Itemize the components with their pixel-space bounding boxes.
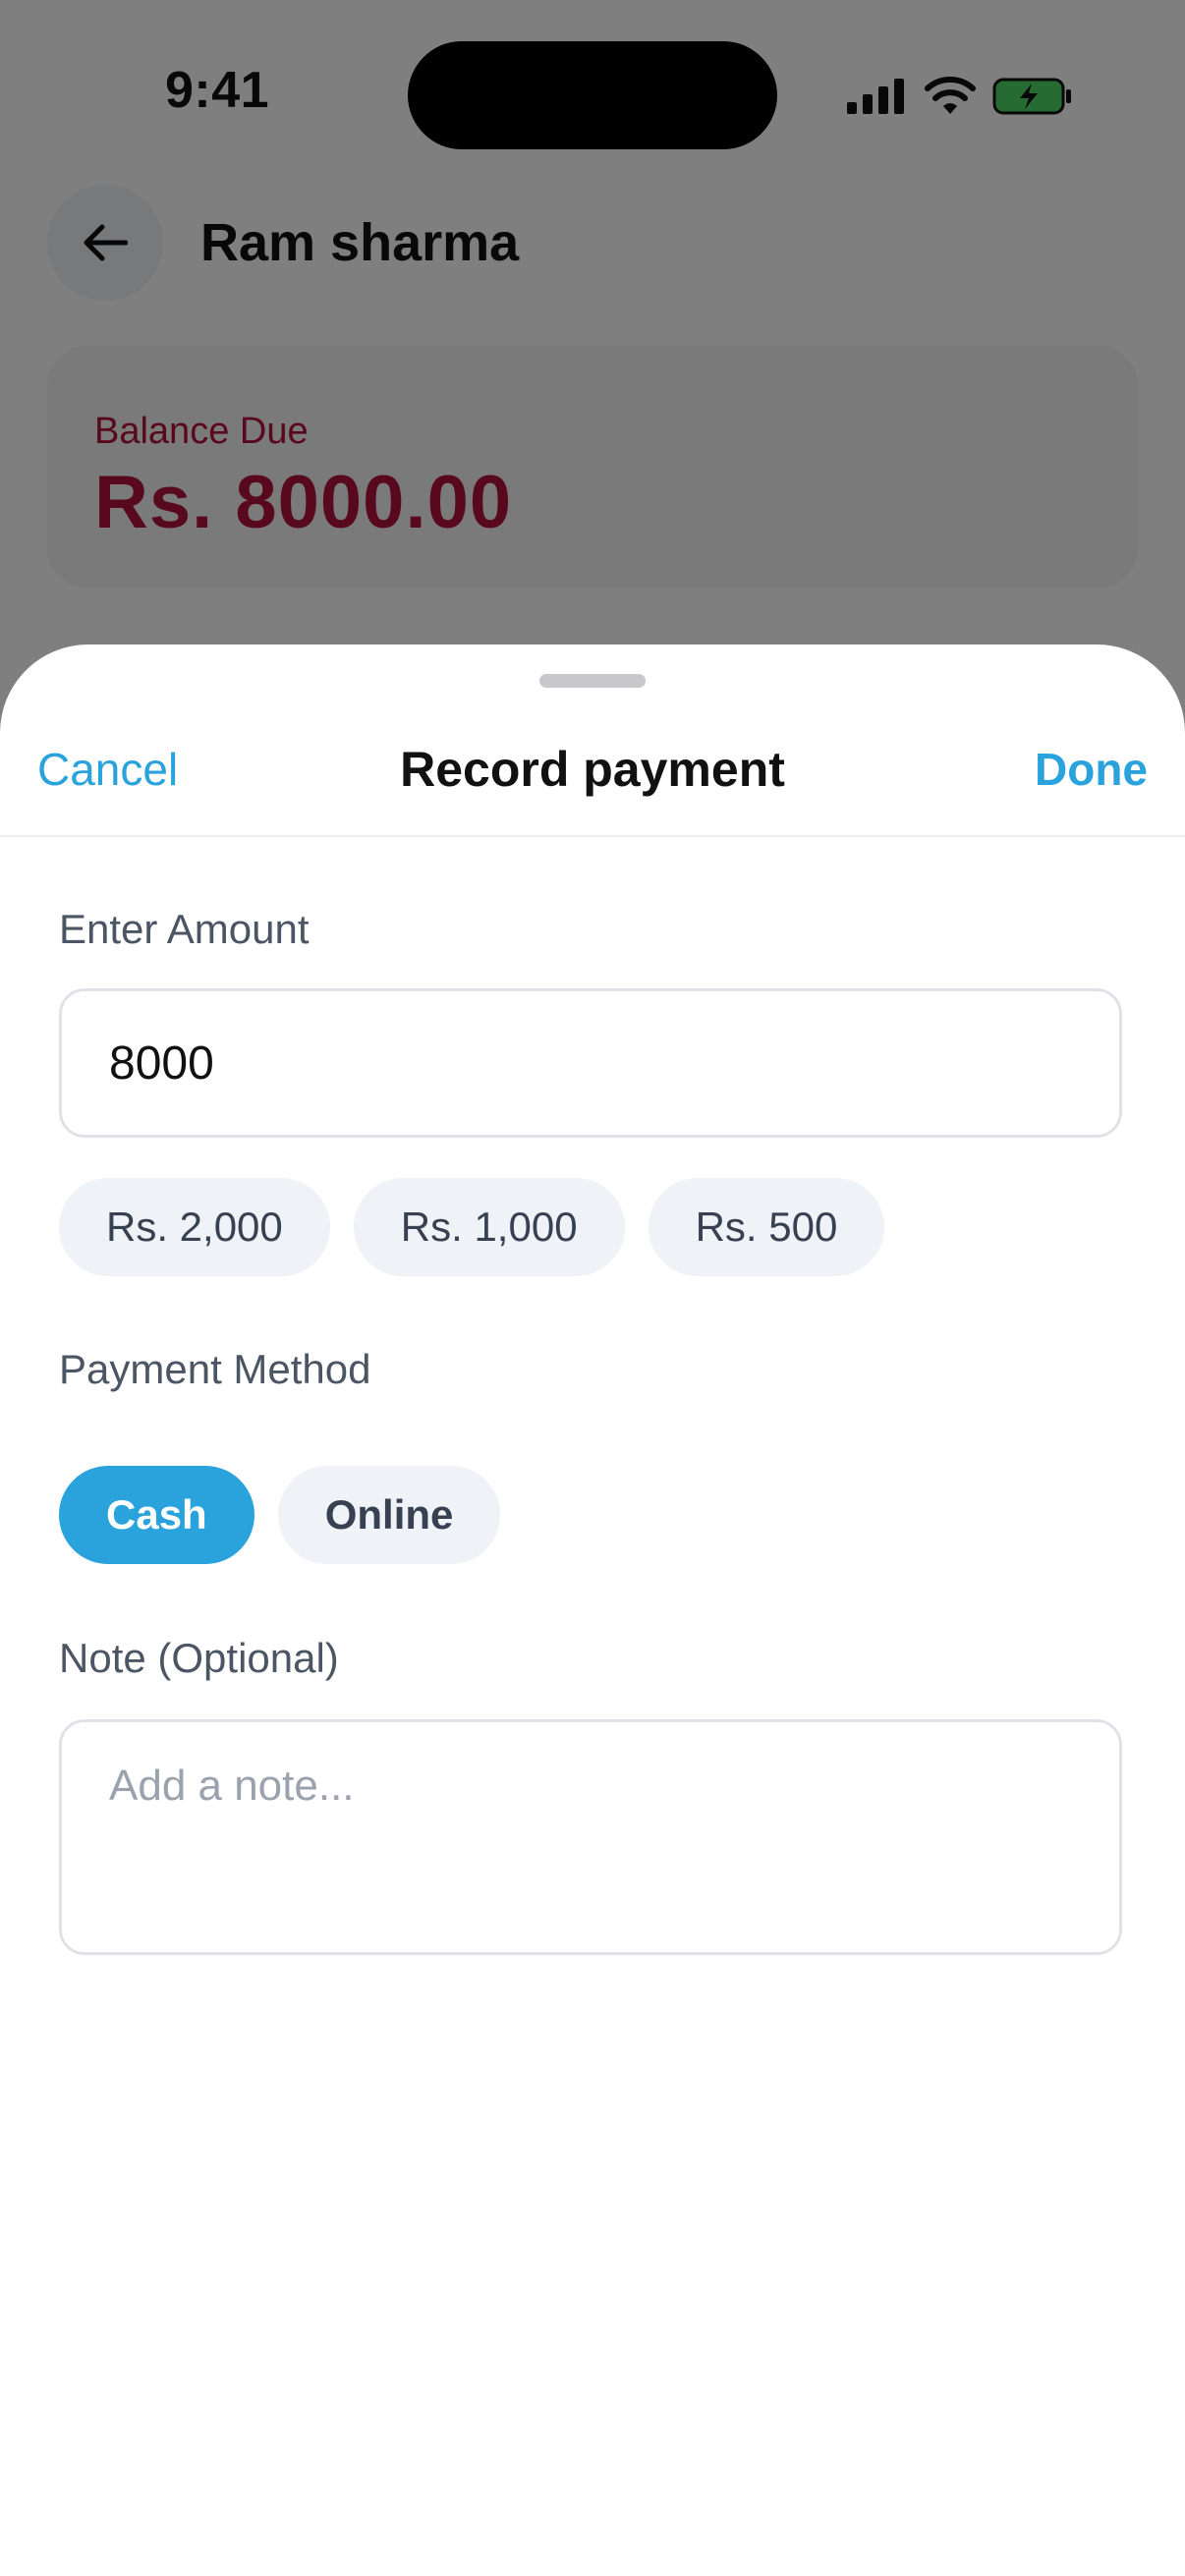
quick-amount-2000-chip[interactable]: Rs. 2,000	[59, 1178, 330, 1276]
sheet-nav-bar: Cancel Record payment Done	[0, 713, 1185, 837]
done-button[interactable]: Done	[1035, 743, 1148, 796]
amount-input[interactable]	[59, 988, 1122, 1138]
enter-amount-label: Enter Amount	[59, 906, 310, 952]
quick-amount-chips: Rs. 2,000 Rs. 1,000 Rs. 500	[59, 1178, 885, 1276]
record-payment-sheet: Cancel Record payment Done Enter Amount …	[0, 644, 1185, 2576]
payment-method-options: Cash Online	[59, 1466, 501, 1564]
sheet-title: Record payment	[400, 742, 785, 797]
payment-method-cash[interactable]: Cash	[59, 1466, 254, 1564]
quick-amount-1000-chip[interactable]: Rs. 1,000	[353, 1178, 625, 1276]
payment-method-label: Payment Method	[59, 1346, 371, 1392]
payment-method-online[interactable]: Online	[277, 1466, 501, 1564]
sheet-grabber[interactable]	[539, 674, 646, 688]
note-label: Note (Optional)	[59, 1635, 339, 1681]
quick-amount-500-chip[interactable]: Rs. 500	[648, 1178, 885, 1276]
note-input[interactable]	[59, 1719, 1122, 1955]
